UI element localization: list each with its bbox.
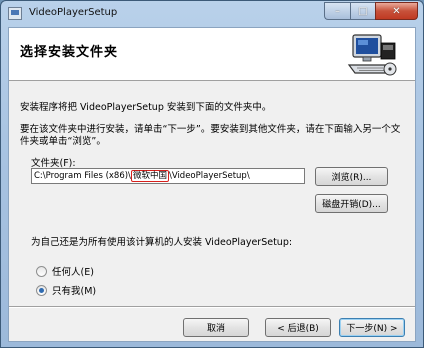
- cancel-button[interactable]: 取消: [183, 318, 249, 337]
- dialog-client-area: 选择安装文件夹 安装程序将把 VideoPlayerSetup 安装到下面的文件…: [8, 27, 416, 342]
- header-banner: 选择安装文件夹: [9, 28, 415, 81]
- footer-separator: [9, 306, 415, 308]
- radio-everyone-button[interactable]: [36, 265, 47, 277]
- intro-text: 安装程序将把 VideoPlayerSetup 安装到下面的文件夹中。: [20, 102, 272, 113]
- next-button[interactable]: 下一步(N) >: [339, 318, 405, 337]
- installer-window: VideoPlayerSetup – □ ✕ 选择安装文件夹 安装程序将把 Vi…: [0, 0, 424, 348]
- path-prefix: C:\Program Files (x86)\: [34, 171, 131, 181]
- maximize-button[interactable]: □: [350, 2, 375, 20]
- radio-just-me[interactable]: 只有我(M): [36, 283, 96, 297]
- radio-just-me-button[interactable]: [36, 284, 47, 296]
- maximize-icon: □: [358, 5, 368, 17]
- title-bar[interactable]: VideoPlayerSetup – □ ✕: [1, 1, 423, 27]
- path-suffix: \VideoPlayerSetup\: [168, 171, 250, 181]
- radio-everyone[interactable]: 任何人(E): [36, 264, 94, 278]
- radio-everyone-label: 任何人(E): [52, 267, 94, 278]
- close-icon: ✕: [392, 5, 401, 17]
- installer-icon: [8, 7, 22, 20]
- page-title: 选择安装文件夹: [20, 45, 119, 60]
- folder-path-input[interactable]: C:\Program Files (x86)\ 微软中国 \VideoPlayerS…: [31, 168, 305, 184]
- instruction-text-line2: 件夹或单击“浏览”。: [20, 136, 106, 147]
- highlighted-path-segment: 微软中国: [130, 170, 169, 182]
- disk-cost-button[interactable]: 磁盘开销(D)...: [315, 194, 388, 213]
- window-title: VideoPlayerSetup: [29, 7, 118, 18]
- computer-install-icon: [347, 34, 397, 76]
- minimize-icon: –: [335, 5, 340, 17]
- browse-button[interactable]: 浏览(R)...: [315, 167, 388, 186]
- folder-label: 文件夹(F):: [31, 158, 76, 169]
- minimize-button[interactable]: –: [324, 2, 350, 20]
- back-button[interactable]: < 后退(B): [265, 318, 331, 337]
- caption-buttons: – □ ✕: [324, 2, 418, 20]
- install-for-question: 为自己还是为所有使用该计算机的人安装 VideoPlayerSetup:: [31, 237, 293, 248]
- radio-just-me-label: 只有我(M): [52, 286, 97, 297]
- close-button[interactable]: ✕: [375, 2, 418, 20]
